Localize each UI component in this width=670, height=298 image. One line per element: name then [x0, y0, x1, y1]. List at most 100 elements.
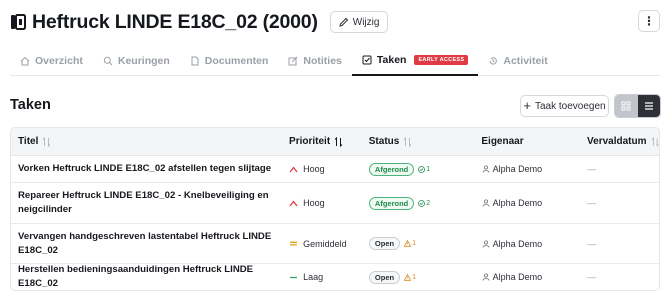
priority-low-icon	[290, 276, 298, 278]
tab-label: Keuringen	[117, 54, 170, 67]
section-title: Taken	[10, 97, 51, 113]
forklift-icon	[11, 14, 26, 30]
pencil-icon	[339, 17, 348, 27]
column-header-owner[interactable]: Eigenaar	[474, 128, 580, 156]
task-title[interactable]: Herstellen bedieningsaanduidingen Heftru…	[11, 263, 282, 290]
due-date: —	[587, 198, 597, 208]
table-row[interactable]: Vervangen handgeschreven lastentabel Hef…	[11, 224, 659, 264]
owner-name: Alpha Demo	[492, 272, 543, 282]
tasks-table: Titel Prioriteit Status Eigenaar Vervald…	[10, 127, 660, 291]
task-title[interactable]: Repareer Heftruck LINDE E18C_02 - Knelbe…	[11, 189, 282, 217]
check-circle-icon	[418, 165, 426, 173]
status-cell: Open 1	[362, 237, 475, 250]
edit-icon	[288, 56, 298, 65]
checklist-count: 2	[418, 200, 430, 207]
column-label: Prioriteit	[289, 136, 331, 147]
early-access-badge: EARLY ACCESS	[414, 55, 469, 65]
tab-label: Activiteit	[503, 54, 548, 67]
add-task-button[interactable]: + Taak toevoegen	[520, 95, 609, 117]
owner-cell: Alpha Demo	[475, 198, 581, 208]
warning-icon	[404, 273, 412, 281]
owner-name: Alpha Demo	[492, 238, 543, 249]
table-header: Titel Prioriteit Status Eigenaar Vervald…	[11, 128, 659, 156]
list-icon	[644, 102, 653, 110]
count-value: 1	[412, 240, 416, 247]
priority-high-icon	[289, 199, 298, 206]
tab-keuringen[interactable]: Keuringen	[93, 46, 180, 75]
edit-button-label: Wijzig	[352, 16, 380, 28]
edit-button[interactable]: Wijzig	[329, 11, 389, 33]
view-toggle	[614, 94, 661, 118]
table-row[interactable]: Repareer Heftruck LINDE E18C_02 - Knelbe…	[11, 183, 659, 224]
add-task-label: Taak toevoegen	[534, 100, 606, 112]
search-icon	[103, 56, 113, 65]
tab-taken[interactable]: Taken EARLY ACCESS	[351, 46, 479, 76]
warning-count: 1	[404, 273, 416, 281]
tab-activiteit[interactable]: Activiteit	[478, 46, 557, 75]
more-options-button[interactable]: ⋮	[638, 10, 660, 32]
document-icon	[191, 56, 199, 65]
tab-label: Taken	[376, 54, 407, 66]
sort-icon	[651, 136, 659, 147]
column-label: Eigenaar	[481, 136, 524, 147]
user-icon	[482, 199, 489, 207]
owner-cell: Alpha Demo	[475, 272, 581, 282]
page-header: Heftruck LINDE E18C_02 (2000) Wijzig ⋮	[10, 10, 660, 34]
check-circle-icon	[418, 199, 426, 207]
tab-overzicht[interactable]: Overzicht	[10, 46, 93, 75]
owner-name: Alpha Demo	[492, 198, 543, 208]
column-label: Titel	[18, 136, 39, 147]
column-header-due-date[interactable]: Vervaldatum	[580, 128, 659, 156]
column-header-title[interactable]: Titel	[11, 128, 282, 156]
count-value: 2	[426, 199, 431, 207]
plus-icon: +	[523, 98, 531, 113]
tab-documenten[interactable]: Documenten	[180, 46, 279, 75]
priority-cell: Laag	[282, 272, 362, 282]
list-view-button[interactable]	[637, 95, 660, 117]
column-label: Status	[368, 136, 400, 147]
status-cell: Open 1	[362, 270, 475, 284]
tab-label: Notities	[303, 54, 342, 67]
tab-bar: Overzicht Keuringen Documenten Notities …	[10, 46, 660, 76]
user-icon	[482, 165, 489, 173]
count-value: 1	[426, 165, 431, 173]
table-row[interactable]: Herstellen bedieningsaanduidingen Heftru…	[11, 264, 659, 290]
status-badge: Afgerond	[368, 196, 415, 210]
task-title[interactable]: Vervangen handgeschreven lastentabel Hef…	[11, 230, 282, 258]
checklist-count: 1	[418, 166, 430, 173]
priority-label: Hoog	[303, 198, 325, 208]
user-icon	[482, 273, 489, 281]
priority-cell: Hoog	[282, 164, 362, 174]
owner-name: Alpha Demo	[492, 164, 543, 174]
sort-icon	[404, 136, 412, 147]
due-date: —	[587, 238, 597, 249]
due-date: —	[587, 164, 597, 174]
priority-label: Hoog	[303, 164, 325, 174]
tab-notities[interactable]: Notities	[278, 46, 352, 75]
priority-cell: Gemiddeld	[282, 239, 362, 249]
column-header-priority[interactable]: Prioriteit	[282, 128, 362, 156]
tab-label: Overzicht	[35, 54, 83, 67]
table-row[interactable]: Vorken Heftruck LINDE E18C_02 afstellen …	[11, 156, 659, 183]
page-title: Heftruck LINDE E18C_02 (2000)	[32, 10, 318, 33]
status-badge: Open	[368, 237, 401, 250]
tab-label: Documenten	[204, 54, 269, 67]
due-date: —	[587, 272, 597, 282]
home-icon	[20, 56, 30, 65]
owner-cell: Alpha Demo	[475, 239, 581, 249]
sort-descending-icon	[334, 136, 343, 147]
warning-icon	[404, 240, 412, 247]
grid-icon	[621, 101, 631, 111]
column-header-status[interactable]: Status	[362, 128, 475, 156]
status-badge: Open	[368, 270, 401, 284]
column-label: Vervaldatum	[587, 136, 647, 147]
count-value: 1	[412, 273, 416, 281]
priority-medium-icon	[290, 241, 298, 246]
status-cell: Afgerond 2	[362, 196, 475, 210]
priority-cell: Hoog	[282, 198, 362, 208]
priority-label: Laag	[303, 272, 324, 282]
grid-view-button[interactable]	[615, 95, 638, 117]
task-title[interactable]: Vorken Heftruck LINDE E18C_02 afstellen …	[11, 162, 282, 176]
priority-label: Gemiddeld	[303, 238, 347, 249]
user-icon	[482, 239, 489, 248]
